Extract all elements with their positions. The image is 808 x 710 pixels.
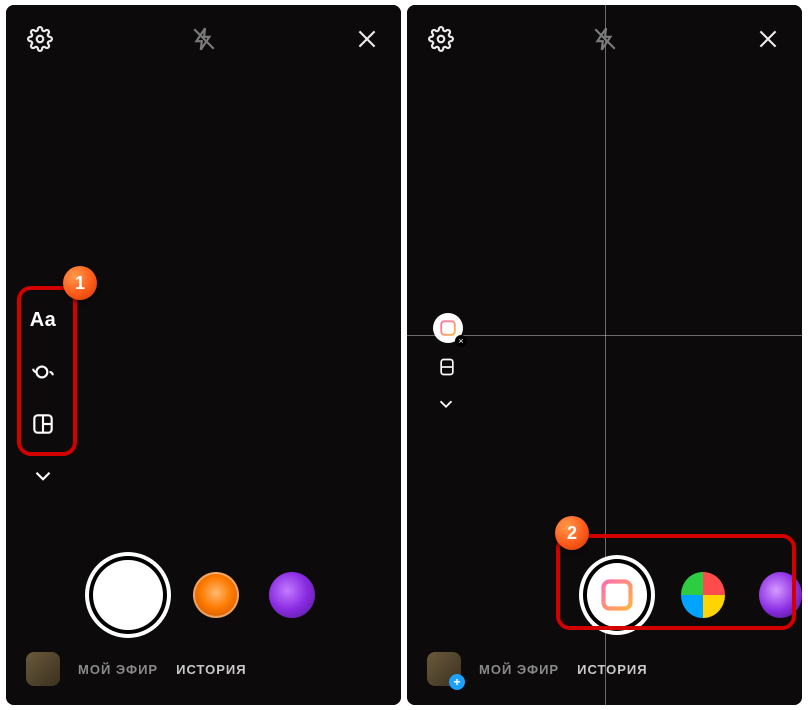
add-icon: + <box>449 674 465 690</box>
close-icon[interactable] <box>754 25 782 53</box>
phone-screenshot-right: × + МОЙ ЭФИР ИСТОРИЯ <box>407 5 802 705</box>
layout-preview-chip[interactable]: × <box>433 313 463 343</box>
top-toolbar <box>6 19 401 59</box>
layout-grid-horizontal <box>407 335 802 336</box>
top-toolbar <box>407 19 802 59</box>
annotation-badge-2: 2 <box>555 516 589 550</box>
chevron-down-icon[interactable] <box>435 393 457 420</box>
boomerang-icon[interactable] <box>28 357 58 387</box>
gallery-thumbnail[interactable] <box>26 652 60 686</box>
mode-story[interactable]: ИСТОРИЯ <box>176 662 247 677</box>
layout-shutter-button[interactable] <box>587 563 647 627</box>
effects-row <box>407 555 802 635</box>
mode-rail[interactable]: МОЙ ЭФИР ИСТОРИЯ <box>6 651 401 687</box>
effects-row <box>6 555 401 635</box>
effect-thumb-purple[interactable] <box>269 572 315 618</box>
settings-icon[interactable] <box>26 25 54 53</box>
settings-icon[interactable] <box>427 25 455 53</box>
comparison-stage: Aa МОЙ ЭФИР ИСТОРИЯ <box>0 0 808 710</box>
layout-icon[interactable] <box>28 409 58 439</box>
mode-rail[interactable]: + МОЙ ЭФИР ИСТОРИЯ <box>407 651 802 687</box>
close-icon[interactable] <box>353 25 381 53</box>
flash-off-icon[interactable] <box>591 25 619 53</box>
gallery-thumbnail[interactable]: + <box>427 652 461 686</box>
layout-variant-icon[interactable] <box>437 357 457 382</box>
chevron-down-icon[interactable] <box>28 461 58 491</box>
phone-screenshot-left: Aa МОЙ ЭФИР ИСТОРИЯ <box>6 5 401 705</box>
flash-off-icon[interactable] <box>190 25 218 53</box>
mode-live[interactable]: МОЙ ЭФИР <box>479 662 559 677</box>
creative-tools-rail: Aa <box>28 305 58 491</box>
close-icon[interactable]: × <box>455 335 467 347</box>
shutter-button[interactable] <box>93 560 163 630</box>
text-tool-button[interactable]: Aa <box>28 305 58 335</box>
mode-story[interactable]: ИСТОРИЯ <box>577 662 648 677</box>
effect-thumb-colorwheel[interactable] <box>681 572 724 618</box>
effect-thumb-purple[interactable] <box>759 572 802 618</box>
annotation-badge-1: 1 <box>63 266 97 300</box>
effect-thumb-orange[interactable] <box>193 572 239 618</box>
mode-live[interactable]: МОЙ ЭФИР <box>78 662 158 677</box>
